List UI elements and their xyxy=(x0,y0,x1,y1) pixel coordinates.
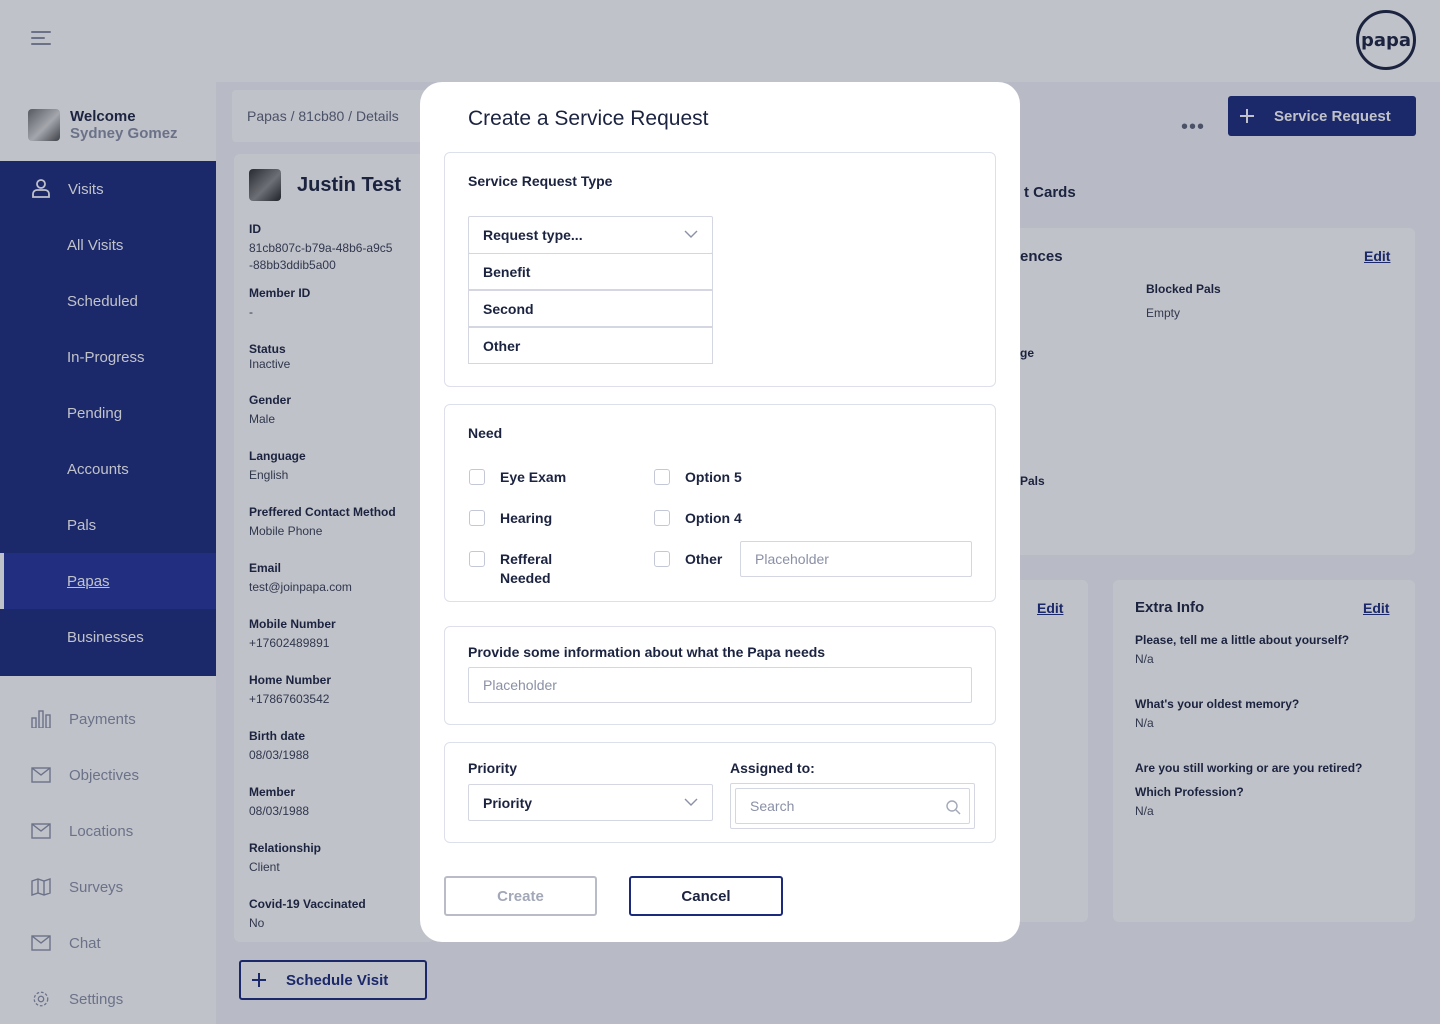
checkbox[interactable] xyxy=(469,469,485,485)
need-other-input[interactable]: Placeholder xyxy=(740,541,972,577)
need-section: Need Eye Exam Hearing Refferal Needed Op… xyxy=(444,404,996,602)
option-label: Benefit xyxy=(483,263,531,280)
option-label: Hearing xyxy=(500,510,553,526)
option-label: Option 5 xyxy=(685,469,742,485)
request-type-option-second[interactable]: Second xyxy=(468,290,713,327)
priority-select[interactable]: Priority xyxy=(468,784,713,821)
cancel-button[interactable]: Cancel xyxy=(629,876,783,916)
option-label: Second xyxy=(483,300,534,317)
request-type-value: Request type... xyxy=(483,227,583,243)
request-type-option-other[interactable]: Other xyxy=(468,327,713,364)
need-option-5[interactable]: Option 5 xyxy=(654,469,742,486)
chevron-down-icon xyxy=(684,230,698,238)
input-placeholder: Placeholder xyxy=(483,677,557,693)
need-option-hearing[interactable]: Hearing xyxy=(469,510,552,527)
request-type-select[interactable]: Request type... xyxy=(468,216,713,254)
search-icon xyxy=(946,800,961,815)
create-service-request-modal: Create a Service Request Service Request… xyxy=(420,82,1020,942)
input-placeholder: Placeholder xyxy=(755,551,829,567)
assigned-search-input[interactable]: Search xyxy=(735,788,970,824)
section-heading: Assigned to: xyxy=(730,760,815,776)
need-option-referral-needed[interactable]: Refferal Needed xyxy=(469,551,552,588)
assigned-search-box: Search xyxy=(730,783,975,829)
modal-title: Create a Service Request xyxy=(468,107,709,130)
request-type-option-benefit[interactable]: Benefit xyxy=(468,253,713,290)
section-heading: Provide some information about what the … xyxy=(468,644,826,660)
section-heading: Priority xyxy=(468,760,518,776)
option-label: Refferal Needed xyxy=(500,551,553,586)
option-label: Eye Exam xyxy=(500,469,567,485)
info-section: Provide some information about what the … xyxy=(444,626,996,725)
input-placeholder: Search xyxy=(750,798,795,814)
checkbox[interactable] xyxy=(654,551,670,567)
needs-info-input[interactable]: Placeholder xyxy=(468,667,972,703)
section-heading: Need xyxy=(468,425,503,441)
checkbox[interactable] xyxy=(469,551,485,567)
create-button[interactable]: Create xyxy=(444,876,597,916)
need-option-eye-exam[interactable]: Eye Exam xyxy=(469,469,566,486)
chevron-down-icon xyxy=(684,798,698,806)
need-option-other[interactable]: Other xyxy=(654,551,722,568)
priority-value: Priority xyxy=(483,794,533,811)
option-label: Other xyxy=(483,337,521,354)
priority-section: Priority Priority Assigned to: Search xyxy=(444,742,996,843)
request-type-section: Service Request Type Request type... Ben… xyxy=(444,152,996,387)
option-label: Option 4 xyxy=(685,510,742,526)
checkbox[interactable] xyxy=(654,469,670,485)
need-option-4[interactable]: Option 4 xyxy=(654,510,742,527)
option-label: Other xyxy=(685,551,723,567)
checkbox[interactable] xyxy=(469,510,485,526)
section-heading: Service Request Type xyxy=(468,173,613,189)
checkbox[interactable] xyxy=(654,510,670,526)
